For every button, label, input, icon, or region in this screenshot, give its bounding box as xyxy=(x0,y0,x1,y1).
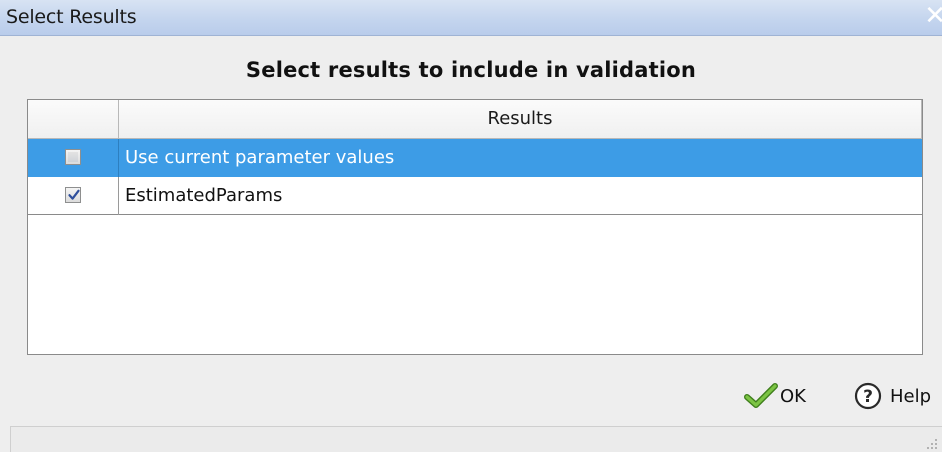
checkbox-cell xyxy=(28,139,119,177)
checkbox-column-header[interactable] xyxy=(28,100,119,138)
checkbox-cell xyxy=(28,177,119,215)
results-column-header[interactable]: Results xyxy=(119,100,922,138)
checkmark-icon xyxy=(68,189,80,200)
help-button[interactable]: ? Help xyxy=(852,378,931,414)
result-label: EstimatedParams xyxy=(125,185,283,206)
result-label: Use current parameter values xyxy=(125,147,395,168)
status-bar xyxy=(10,426,942,452)
svg-text:?: ? xyxy=(863,387,873,407)
ok-button[interactable]: OK xyxy=(744,378,806,414)
table-row-use-current-parameter-values[interactable]: Use current parameter values xyxy=(28,139,922,177)
question-circle-icon: ? xyxy=(852,381,888,411)
resize-grip-icon[interactable] xyxy=(926,438,938,450)
help-label: Help xyxy=(890,385,932,407)
table-row-estimated-params[interactable]: EstimatedParams xyxy=(28,177,922,215)
use-current-values-checkbox[interactable] xyxy=(65,149,81,165)
results-table: Results Use current parameter values Est… xyxy=(27,99,923,355)
table-header: Results xyxy=(28,100,922,139)
checkbox-unchecked-fill xyxy=(68,152,78,162)
title-bar: Select Results ✕ xyxy=(0,0,942,36)
window-title: Select Results xyxy=(6,6,137,28)
dialog-heading: Select results to include in validation xyxy=(245,58,697,82)
checkmark-icon xyxy=(744,381,778,411)
close-icon[interactable]: ✕ xyxy=(924,2,942,30)
ok-label: OK xyxy=(780,385,806,407)
estimated-params-checkbox[interactable] xyxy=(65,187,81,203)
